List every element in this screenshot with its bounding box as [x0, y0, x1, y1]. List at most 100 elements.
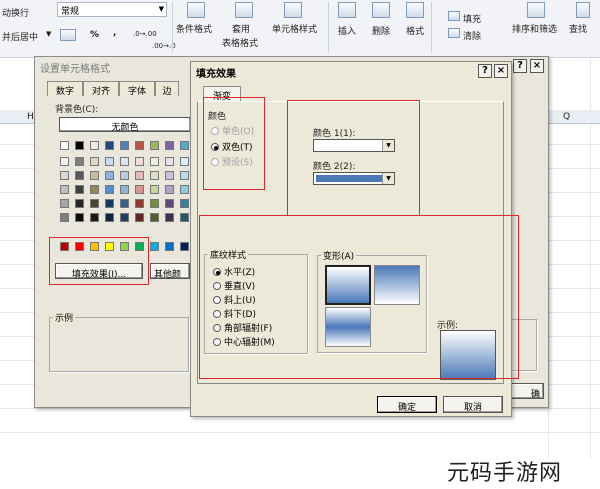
color-swatch[interactable]: [120, 171, 129, 180]
format-icon[interactable]: [406, 2, 424, 18]
color-swatch[interactable]: [60, 141, 69, 150]
format-cells-ok-button[interactable]: 确: [510, 383, 544, 400]
color-swatch[interactable]: [75, 199, 84, 208]
color-swatch[interactable]: [105, 199, 114, 208]
sort-filter-icon[interactable]: [527, 2, 545, 18]
color-swatch[interactable]: [75, 157, 84, 166]
color-swatch[interactable]: [75, 213, 84, 222]
close-icon[interactable]: ×: [494, 64, 508, 78]
delete-button[interactable]: 删除: [372, 24, 390, 37]
color-swatch[interactable]: [135, 171, 144, 180]
color-swatch[interactable]: [105, 157, 114, 166]
color-swatch[interactable]: [75, 171, 84, 180]
color-swatch[interactable]: [75, 141, 84, 150]
color-swatch[interactable]: [135, 199, 144, 208]
color-swatch[interactable]: [60, 213, 69, 222]
color-swatch[interactable]: [90, 199, 99, 208]
tab-font[interactable]: 字体: [119, 81, 155, 97]
fill-button[interactable]: 填充: [463, 12, 481, 25]
color-swatch[interactable]: [90, 141, 99, 150]
conditional-format-icon[interactable]: [187, 2, 205, 18]
color-swatch[interactable]: [105, 185, 114, 194]
tab-border[interactable]: 边: [155, 81, 179, 97]
color-swatch[interactable]: [135, 141, 144, 150]
cell-styles-icon[interactable]: [284, 2, 302, 18]
color-swatch[interactable]: [75, 185, 84, 194]
color-swatch[interactable]: [120, 185, 129, 194]
cancel-button[interactable]: 取消: [443, 396, 503, 413]
color-swatch[interactable]: [150, 141, 159, 150]
color-swatch[interactable]: [135, 157, 144, 166]
color-swatch[interactable]: [60, 185, 69, 194]
color-swatch[interactable]: [165, 157, 174, 166]
cell-styles-button[interactable]: 单元格样式: [272, 22, 317, 35]
color-swatch[interactable]: [120, 213, 129, 222]
color-swatch[interactable]: [120, 199, 129, 208]
color-swatch[interactable]: [180, 242, 189, 251]
merge-center-button[interactable]: 并后居中: [2, 30, 38, 43]
color-swatch[interactable]: [60, 157, 69, 166]
ok-button[interactable]: 确定: [377, 396, 437, 413]
close-icon[interactable]: ×: [530, 59, 544, 73]
color-swatch[interactable]: [180, 199, 189, 208]
chevron-down-icon[interactable]: ▼: [46, 30, 51, 38]
color-swatch[interactable]: [60, 199, 69, 208]
tab-number[interactable]: 数字: [47, 81, 83, 97]
color-swatch[interactable]: [150, 185, 159, 194]
help-icon[interactable]: ?: [478, 64, 492, 78]
clear-icon[interactable]: [448, 28, 460, 38]
conditional-format-button[interactable]: 条件格式: [176, 22, 212, 35]
color-swatch[interactable]: [90, 213, 99, 222]
color-swatch[interactable]: [150, 171, 159, 180]
table-format-label-1[interactable]: 套用: [232, 22, 250, 35]
color-swatch[interactable]: [165, 185, 174, 194]
color-swatch[interactable]: [90, 157, 99, 166]
color-swatch[interactable]: [180, 185, 189, 194]
color-swatch[interactable]: [150, 242, 159, 251]
column-header-h[interactable]: H: [27, 112, 34, 122]
insert-button[interactable]: 插入: [338, 24, 356, 37]
fill-icon[interactable]: [448, 11, 460, 21]
color-swatch[interactable]: [105, 213, 114, 222]
column-header-q[interactable]: Q: [563, 112, 570, 122]
color-swatch[interactable]: [180, 157, 189, 166]
color-swatch[interactable]: [150, 199, 159, 208]
color-swatch[interactable]: [105, 171, 114, 180]
table-format-label-2[interactable]: 表格格式: [222, 36, 258, 49]
clear-button[interactable]: 清除: [463, 29, 481, 42]
comma-button[interactable]: ,: [113, 28, 116, 38]
find-icon[interactable]: [576, 2, 590, 18]
color-swatch[interactable]: [165, 141, 174, 150]
insert-icon[interactable]: [338, 2, 356, 18]
color-swatch[interactable]: [165, 199, 174, 208]
format-button[interactable]: 格式: [406, 24, 424, 37]
more-colors-button[interactable]: 其他颜色: [150, 263, 190, 279]
delete-icon[interactable]: [372, 2, 390, 18]
color-swatch[interactable]: [60, 171, 69, 180]
color-swatch[interactable]: [120, 141, 129, 150]
currency-icon[interactable]: [60, 29, 76, 41]
color-swatch[interactable]: [180, 171, 189, 180]
color-swatch[interactable]: [180, 213, 189, 222]
color-swatch[interactable]: [150, 157, 159, 166]
color-swatch[interactable]: [180, 141, 189, 150]
color-swatch[interactable]: [135, 185, 144, 194]
color-swatch[interactable]: [120, 157, 129, 166]
tab-alignment[interactable]: 对齐: [83, 81, 119, 97]
number-format-select[interactable]: 常规 ▼: [57, 2, 167, 17]
color-swatch[interactable]: [90, 171, 99, 180]
no-color-button[interactable]: 无颜色: [59, 117, 191, 133]
sort-filter-button[interactable]: 排序和筛选: [512, 22, 557, 35]
color-swatch[interactable]: [165, 171, 174, 180]
color-swatch[interactable]: [165, 242, 174, 251]
table-format-icon[interactable]: [235, 2, 253, 18]
increase-decimal-button[interactable]: .0→.00: [133, 30, 157, 38]
color-swatch[interactable]: [105, 141, 114, 150]
wrap-text-button[interactable]: 动换行: [2, 6, 29, 19]
color-swatch[interactable]: [165, 213, 174, 222]
percent-button[interactable]: %: [90, 30, 99, 40]
color-swatch[interactable]: [150, 213, 159, 222]
help-icon[interactable]: ?: [513, 59, 527, 73]
color-swatch[interactable]: [135, 213, 144, 222]
color-swatch[interactable]: [90, 185, 99, 194]
